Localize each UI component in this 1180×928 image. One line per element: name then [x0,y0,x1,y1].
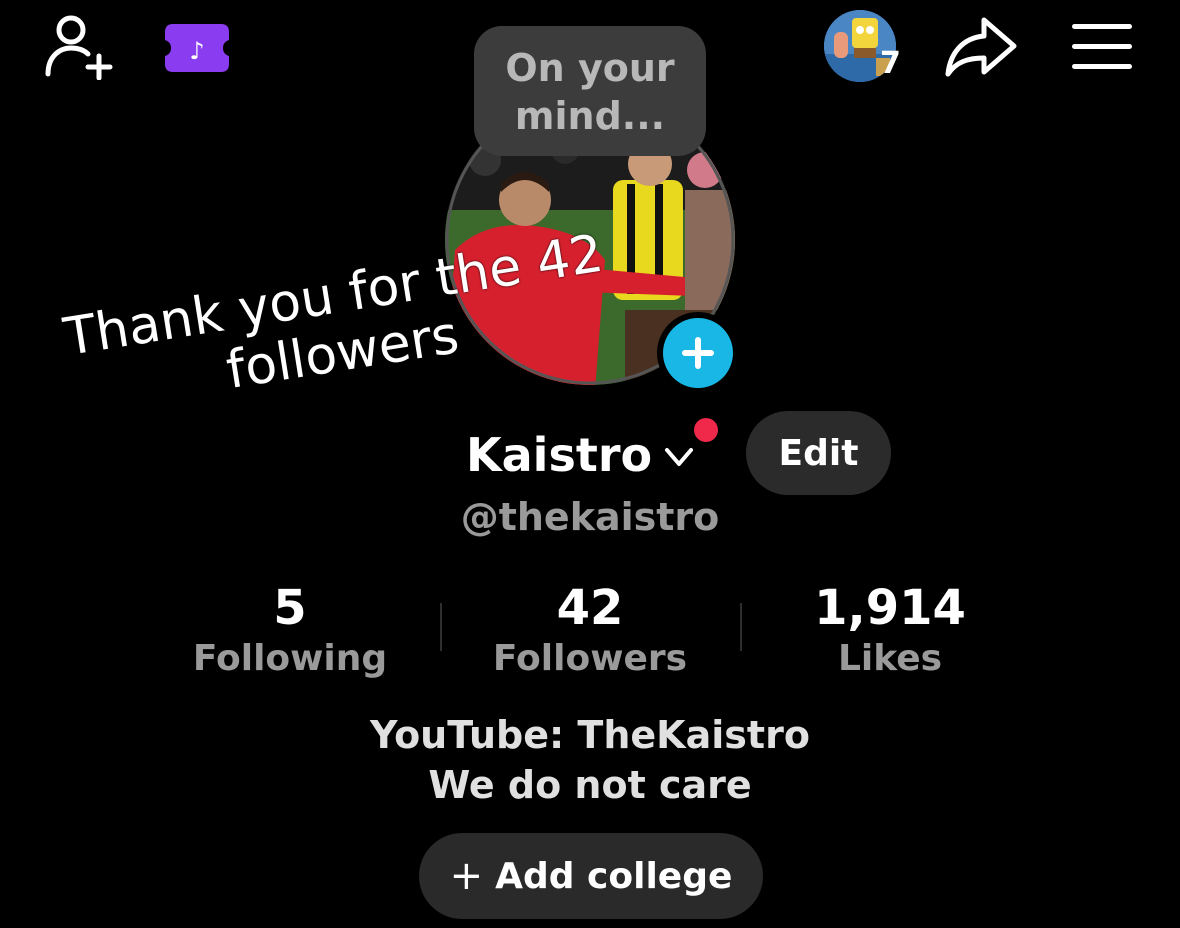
stat-likes[interactable]: 1,914 Likes [740,580,1040,682]
following-count: 5 [273,580,307,636]
add-friend-button[interactable] [40,12,116,81]
following-label: Following [192,638,388,679]
on-your-mind-bubble[interactable]: On your mind... [474,26,706,156]
add-user-icon [45,15,113,81]
hamburger-menu-icon [1072,24,1132,69]
add-college-label: Add college [495,855,733,897]
share-button[interactable] [944,14,1018,80]
bio-line1: YouTube: TheKaistro [370,713,810,757]
username: @thekaistro [460,495,720,539]
add-story-button[interactable] [657,312,739,394]
likes-label: Likes [837,638,943,679]
overlay-caption: Thank you for the 42 followers [8,216,668,432]
bio-line2: We do not care [428,763,752,807]
followers-count: 42 [556,580,624,636]
svg-text:♪: ♪ [189,37,204,65]
add-college-button[interactable]: + Add college [419,833,763,919]
notification-dot [694,418,718,442]
plus-icon [682,337,714,369]
followers-label: Followers [492,638,688,679]
live-ticket-button[interactable]: ♪ [163,22,231,74]
display-name[interactable]: Kaistro [466,425,652,485]
mind-bubble-line2: mind... [514,94,666,138]
stat-followers[interactable]: 42 Followers [440,580,740,682]
likes-count: 1,914 [814,580,966,636]
tiktok-ticket-icon: ♪ [165,24,229,72]
profile-bio: YouTube: TheKaistro We do not care [290,710,890,810]
menu-button[interactable] [1068,20,1136,74]
edit-profile-button[interactable]: Edit [746,411,891,495]
chevron-down-icon[interactable] [662,440,696,474]
plus-icon: + [449,853,484,899]
story-count-badge: 7 [880,46,901,81]
stat-following[interactable]: 5 Following [140,580,440,682]
mind-bubble-line1: On your [505,46,675,90]
share-arrow-icon [945,17,1017,77]
